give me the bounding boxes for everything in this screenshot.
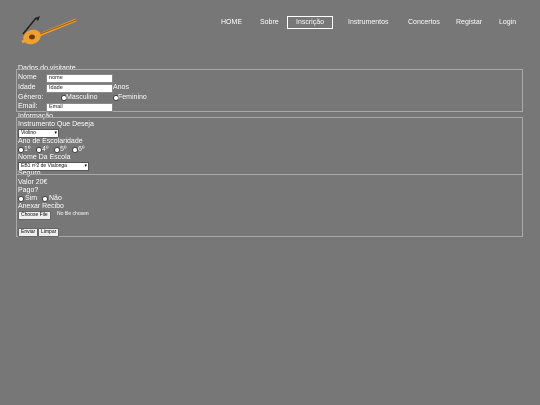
file-status: No file chosen [57, 211, 89, 217]
email-input[interactable]: Email [46, 103, 113, 112]
nome-input[interactable]: nome [46, 74, 113, 83]
instrumento-label: Instrumento Que Deseja [18, 121, 94, 128]
nav-instrumentos[interactable]: Instrumentos [348, 16, 388, 29]
nav-sobre[interactable]: Sobre [260, 16, 279, 29]
main-nav: HOME Sobre Inscrição Instrumentos Concer… [0, 16, 540, 30]
genero-feminino-label: Feminino [118, 94, 147, 101]
choose-file-button[interactable]: Choose File [18, 211, 51, 220]
anos-label: Anos [113, 84, 129, 91]
seguro-fieldset [16, 174, 523, 237]
chevron-down-icon: ▾ [54, 130, 57, 136]
nav-registar[interactable]: Registar [456, 16, 482, 29]
ano-6-label: 6º [78, 146, 85, 153]
idade-input[interactable]: Idade [46, 84, 113, 93]
limpar-button[interactable]: Limpar [38, 228, 60, 237]
chevron-down-icon: ▾ [84, 163, 87, 169]
nome-label: Nome [18, 74, 37, 81]
instrumento-value: Violino [21, 130, 36, 136]
idade-label: Idade [18, 84, 36, 91]
nav-concertos[interactable]: Concertos [408, 16, 440, 29]
enviar-button[interactable]: Enviar [18, 228, 39, 237]
email-label: Email: [18, 103, 38, 110]
escola-label: Nome Da Escola [18, 154, 71, 161]
genero-masculino-label: Masculino [66, 94, 98, 101]
nav-home[interactable]: HOME [221, 16, 242, 29]
nav-inscricao[interactable]: Inscrição [287, 16, 334, 29]
nav-login[interactable]: Login [499, 16, 516, 29]
escola-value: EB1 nº2 de Vialonga [21, 163, 67, 169]
genero-label: Género: [18, 94, 44, 101]
